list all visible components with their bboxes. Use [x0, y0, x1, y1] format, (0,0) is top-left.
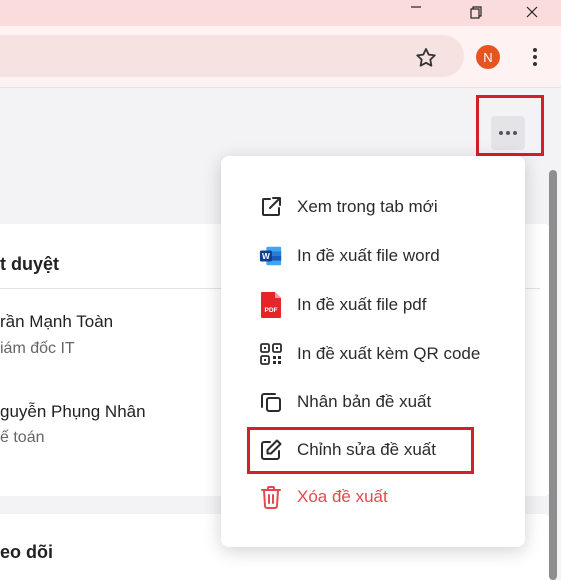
menu-item-duplicate[interactable]: Nhân bản đề xuất	[259, 387, 431, 417]
close-button[interactable]	[512, 0, 552, 26]
copy-icon	[259, 390, 283, 414]
menu-item-label: Xóa đề xuất	[297, 487, 388, 506]
profile-avatar[interactable]: N	[476, 45, 500, 69]
approver-name: guyễn Phụng Nhân	[0, 402, 146, 421]
trash-icon	[259, 485, 283, 509]
qr-code-icon	[259, 342, 283, 366]
external-link-icon	[259, 195, 283, 219]
svg-text:W: W	[262, 251, 270, 261]
menu-item-print-pdf[interactable]: PDF In đề xuất file pdf	[259, 290, 426, 320]
menu-item-label: Xem trong tab mới	[297, 197, 438, 216]
menu-item-label: In đề xuất file pdf	[297, 295, 427, 314]
restore-icon	[470, 6, 482, 19]
pdf-icon: PDF	[259, 292, 283, 318]
restore-button[interactable]	[456, 0, 496, 26]
word-icon: W	[259, 244, 283, 268]
minimize-button[interactable]	[396, 0, 436, 26]
menu-item-open-new-tab[interactable]: Xem trong tab mới	[259, 192, 438, 222]
approver-role: iám đốc IT	[0, 340, 75, 357]
star-icon	[416, 48, 436, 67]
approver-role: ế toán	[0, 429, 45, 446]
minimize-icon	[411, 6, 421, 8]
browser-menu-button[interactable]	[528, 44, 542, 70]
proposal-actions-menu: Xem trong tab mới W In đề xuất file word…	[221, 156, 525, 547]
more-options-highlight	[476, 95, 544, 156]
follow-card-title: eo dõi	[0, 542, 53, 562]
menu-item-print-word[interactable]: W In đề xuất file word	[259, 241, 440, 271]
menu-item-label: Nhân bản đề xuất	[297, 392, 432, 411]
svg-text:PDF: PDF	[265, 307, 278, 314]
menu-item-print-qr[interactable]: In đề xuất kèm QR code	[259, 339, 480, 369]
approver-name: rần Mạnh Toàn	[0, 312, 114, 331]
close-icon	[526, 6, 538, 18]
address-bar[interactable]	[0, 35, 464, 77]
kebab-menu-icon	[533, 48, 537, 52]
approval-card-title: t duyệt	[0, 254, 60, 274]
scrollbar-thumb[interactable]	[549, 170, 557, 580]
menu-item-label: In đề xuất file word	[297, 246, 440, 265]
menu-item-label: In đề xuất kèm QR code	[297, 344, 481, 363]
bookmark-star-button[interactable]	[414, 46, 438, 70]
title-bar	[0, 0, 561, 26]
menu-item-delete[interactable]: Xóa đề xuất	[259, 482, 388, 512]
edit-item-highlight	[247, 427, 474, 474]
